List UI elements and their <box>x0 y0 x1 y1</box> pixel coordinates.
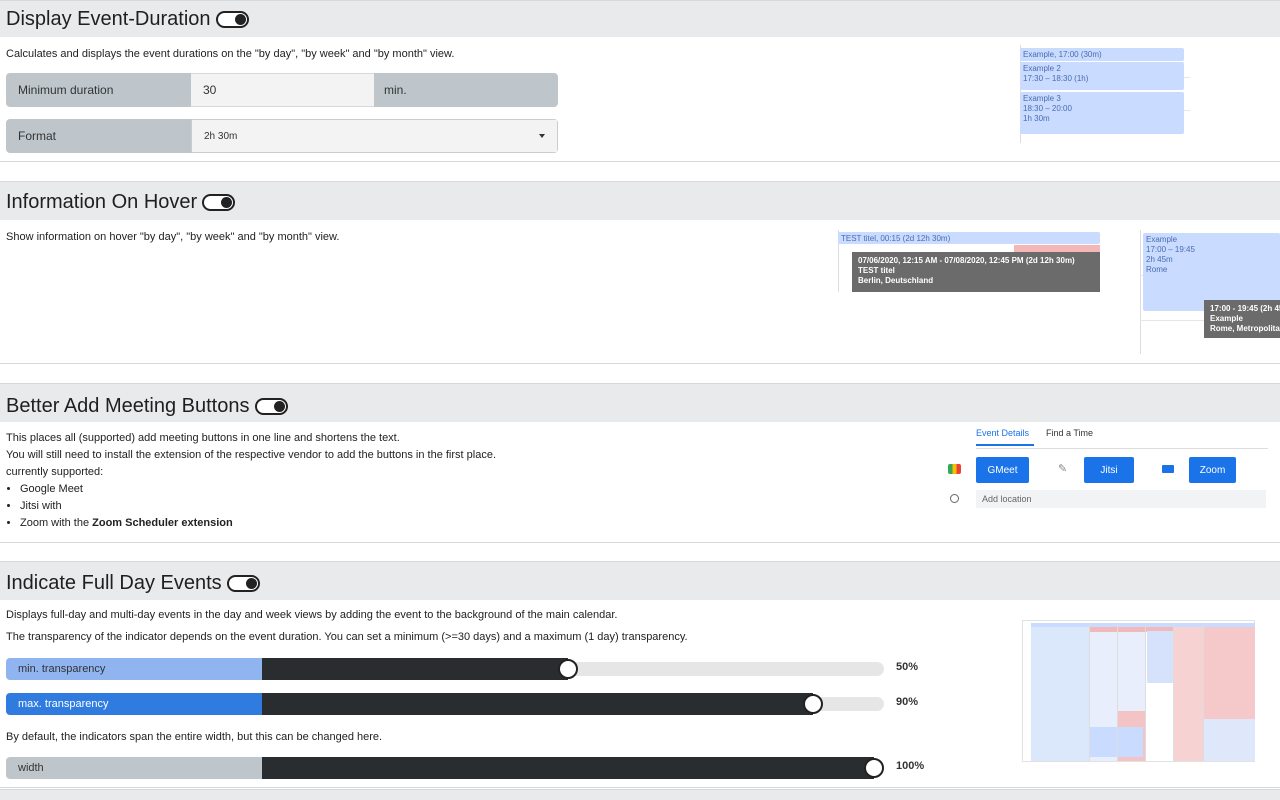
card-time: 17:00 – 19:45 <box>1146 245 1195 254</box>
section-header-hover: Information On Hover <box>0 181 1280 220</box>
section-title-text: Better Add Meeting Buttons <box>6 395 250 417</box>
chevron-down-icon <box>539 134 545 138</box>
minimum-duration-group: Minimum duration 30 min. <box>6 73 558 107</box>
width-slider[interactable]: width <box>6 757 884 779</box>
section-title-text: Indicate Full Day Events <box>6 572 222 594</box>
video-icon <box>1162 465 1174 473</box>
hover-tooltip: 07/06/2020, 12:15 AM - 07/08/2020, 12:45… <box>852 252 1100 292</box>
meeting-preview: Event Details Find a Time GMeet ✎ Jitsi … <box>940 422 1280 522</box>
description-line: The transparency of the indicator depend… <box>6 631 688 643</box>
list-item-text: Zoom with the <box>20 517 93 529</box>
hover-preview-right: Example 17:00 – 19:45 2h 45m Rome 17:00 … <box>1138 230 1280 354</box>
jitsi-button[interactable]: Jitsi <box>1084 457 1134 483</box>
slider-thumb[interactable] <box>864 758 884 778</box>
toggle-switch[interactable] <box>215 11 249 28</box>
slider-fill <box>262 658 568 680</box>
tab-find-a-time[interactable]: Find a Time <box>1046 428 1093 438</box>
fullday-calendar-preview <box>1022 620 1255 762</box>
format-select-value: 2h 30m <box>204 130 238 142</box>
list-item-bold: Zoom Scheduler extension <box>92 517 233 529</box>
toggle-switch[interactable] <box>202 194 236 211</box>
tooltip-line: 07/06/2020, 12:15 AM - 07/08/2020, 12:45… <box>858 256 1075 265</box>
preview-event-3-time: 18:30 – 20:00 <box>1023 104 1072 113</box>
section-header-next <box>0 789 1280 800</box>
paperclip-icon: ✎ <box>1058 463 1068 475</box>
tooltip-line: Example <box>1210 314 1243 323</box>
slider-label: min. transparency <box>6 658 262 680</box>
description-line: By default, the indicators span the enti… <box>6 731 383 743</box>
section-title-text: Display Event-Duration <box>6 8 211 30</box>
slider-fill <box>262 757 874 779</box>
description: Show information on hover "by day", "by … <box>6 231 340 243</box>
minimum-duration-label: Minimum duration <box>6 73 191 107</box>
preview-event-bar: TEST titel, 00:15 (2d 12h 30m) <box>838 232 1100 244</box>
slider-thumb[interactable] <box>802 694 823 714</box>
tooltip-line: Berlin, Deutschland <box>858 276 934 285</box>
duration-preview: Example, 17:00 (30m) Example 2 17:30 – 1… <box>1010 45 1195 145</box>
description-line: currently supported: <box>6 466 104 478</box>
section-title-text: Information On Hover <box>6 191 198 213</box>
preview-event-2: Example 2 17:30 – 18:30 (1h) <box>1020 62 1184 90</box>
minimum-duration-unit: min. <box>374 73 558 107</box>
minimum-duration-input[interactable]: 30 <box>191 73 374 107</box>
section-title: Indicate Full Day Events <box>6 572 260 595</box>
toggle-switch[interactable] <box>226 575 260 592</box>
list-item: Jitsi with <box>20 498 496 515</box>
min-transparency-slider[interactable]: min. transparency <box>6 658 884 680</box>
tab-underline <box>976 444 1034 446</box>
slider-value: 100% <box>896 760 925 772</box>
section-title: Information On Hover <box>6 191 236 214</box>
section-title: Better Add Meeting Buttons <box>6 395 288 418</box>
format-group: Format 2h 30m <box>6 119 558 153</box>
description: Calculates and displays the event durati… <box>6 48 455 60</box>
card-duration: 2h 45m <box>1146 255 1173 264</box>
max-transparency-slider[interactable]: max. transparency <box>6 693 884 715</box>
slider-thumb[interactable] <box>558 659 578 679</box>
section-header-duration: Display Event-Duration <box>0 0 1280 37</box>
description-line: This places all (supported) add meeting … <box>6 432 400 444</box>
section-header-meeting: Better Add Meeting Buttons <box>0 383 1280 422</box>
hover-preview-left: TEST titel, 00:15 (2d 12h 30m) 07/06/202… <box>836 230 1106 302</box>
location-pin-icon <box>950 494 959 503</box>
tab-event-details[interactable]: Event Details <box>976 428 1029 438</box>
tooltip-line: Rome, Metropolitan <box>1210 324 1280 333</box>
preview-event-2-title: Example 2 <box>1023 64 1061 73</box>
preview-event-3-title: Example 3 <box>1023 94 1061 103</box>
slider-value: 50% <box>896 661 919 673</box>
meet-icon <box>948 464 961 474</box>
slider-fill <box>262 693 813 715</box>
preview-event-3: Example 3 18:30 – 20:00 1h 30m <box>1020 92 1184 134</box>
supported-list: Google Meet Jitsi with Zoom with the Zoo… <box>6 481 496 532</box>
section-body-meeting: This places all (supported) add meeting … <box>0 422 1280 543</box>
card-title: Example <box>1146 235 1178 244</box>
section-body-hover: Show information on hover "by day", "by … <box>0 220 1280 364</box>
description: This places all (supported) add meeting … <box>6 430 496 532</box>
section-body-duration: Calculates and displays the event durati… <box>0 37 1280 162</box>
slider-label: width <box>6 757 262 779</box>
zoom-button[interactable]: Zoom <box>1189 457 1236 483</box>
list-item: Google Meet <box>20 481 496 498</box>
section-title: Display Event-Duration <box>6 8 249 31</box>
add-location-field[interactable]: Add location <box>976 490 1266 508</box>
toggle-switch[interactable] <box>254 398 288 415</box>
description-line: Displays full-day and multi-day events i… <box>6 609 618 621</box>
hover-tooltip: 17:00 - 19:45 (2h 45 Example Rome, Metro… <box>1204 300 1280 338</box>
list-item: Zoom with the Zoom Scheduler extension <box>20 515 496 532</box>
preview-event-3-duration: 1h 30m <box>1023 114 1050 123</box>
preview-event-2-time: 17:30 – 18:30 (1h) <box>1023 74 1089 83</box>
section-header-fullday: Indicate Full Day Events <box>0 561 1280 600</box>
description-line: You will still need to install the exten… <box>6 449 496 461</box>
section-body-fullday: Displays full-day and multi-day events i… <box>0 600 1280 788</box>
format-select[interactable]: 2h 30m <box>191 119 558 153</box>
preview-event-1: Example, 17:00 (30m) <box>1020 48 1184 61</box>
tooltip-line: 17:00 - 19:45 (2h 45 <box>1210 304 1280 313</box>
slider-value: 90% <box>896 696 919 708</box>
tooltip-line: TEST titel <box>858 266 895 275</box>
format-label: Format <box>6 119 191 153</box>
slider-label: max. transparency <box>6 693 262 715</box>
card-location: Rome <box>1146 265 1168 274</box>
gmeet-button[interactable]: GMeet <box>976 457 1029 483</box>
